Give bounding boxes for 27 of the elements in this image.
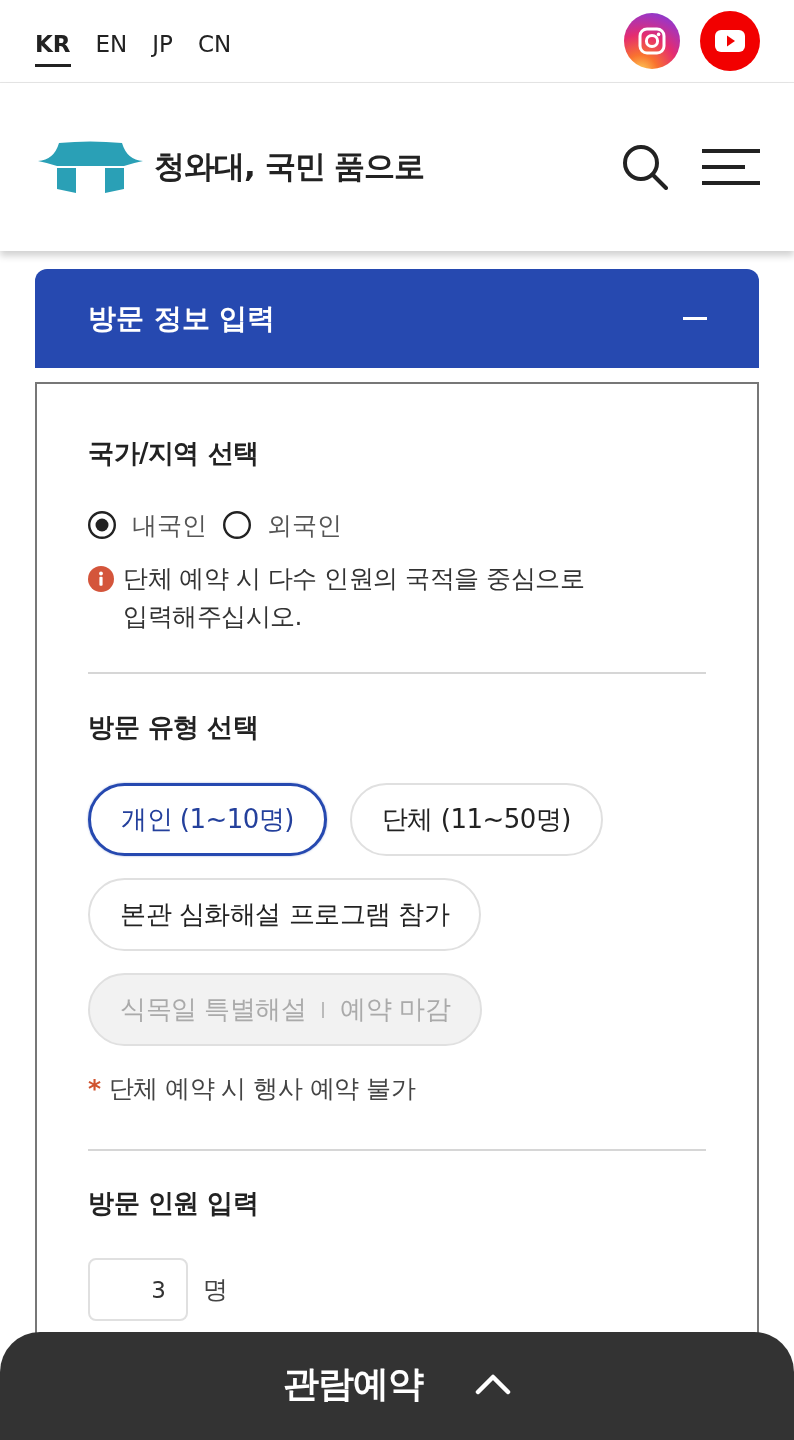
accordion-header[interactable]: 방문 정보 입력 — [35, 269, 759, 368]
language-tab[interactable]: KR — [35, 21, 71, 67]
gate-icon[interactable] — [38, 141, 143, 193]
radio-label[interactable]: 내국인 — [132, 508, 207, 542]
search-icon[interactable] — [622, 144, 668, 190]
play-icon[interactable] — [700, 11, 760, 71]
headcount-input[interactable]: 3 — [88, 1258, 188, 1321]
radio-button[interactable] — [223, 511, 251, 539]
booking-bar-button[interactable]: 관람예약 — [0, 1332, 794, 1440]
footnote-text: * 단체 예약 시 행사 예약 불가 — [88, 1073, 417, 1105]
radio-button[interactable] — [88, 511, 116, 539]
section-heading: 방문 인원 입력 — [88, 1187, 260, 1220]
visit-type-chip[interactable]: 개인 (1~10명) — [88, 783, 327, 856]
language-tab[interactable]: EN — [95, 21, 128, 67]
unit-label: 명 — [203, 1274, 228, 1306]
site-title[interactable]: 청와대, 국민 품으로 — [154, 146, 425, 188]
language-tab[interactable]: JP — [152, 21, 173, 67]
section-heading: 방문 유형 선택 — [88, 711, 260, 744]
menu-icon[interactable] — [702, 149, 760, 185]
visit-type-chip[interactable]: 단체 (11~50명) — [349, 783, 603, 856]
section-heading: 국가/지역 선택 — [88, 437, 260, 470]
camera-icon[interactable] — [624, 13, 680, 69]
info-icon — [88, 566, 114, 592]
language-tab[interactable]: CN — [197, 21, 232, 67]
radio-label[interactable]: 외국인 — [267, 508, 342, 542]
visit-type-chip[interactable]: 본관 심화해설 프로그램 참가 — [88, 878, 482, 951]
info-note: 단체 예약 시 다수 인원의 국적을 중심으로 입력해주십시오. — [123, 563, 586, 633]
